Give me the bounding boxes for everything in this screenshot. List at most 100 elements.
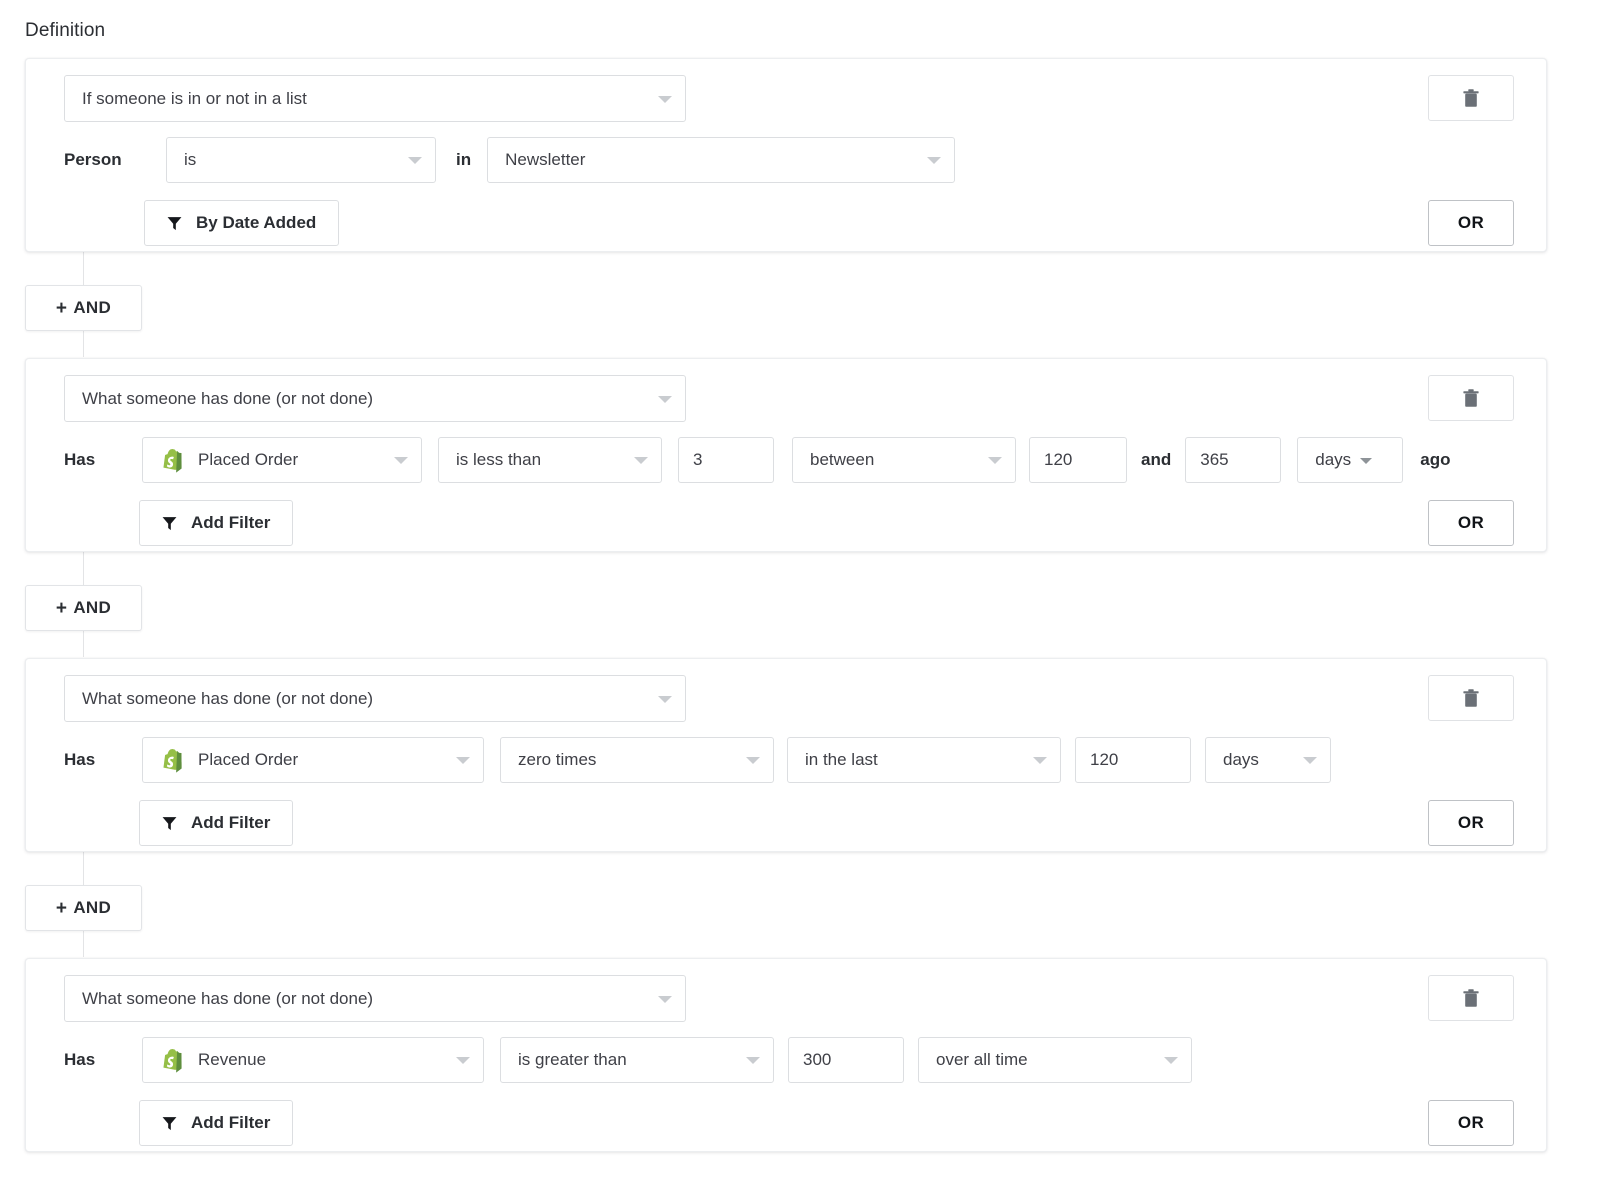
unit-label-2: days xyxy=(1315,450,1351,470)
chevron-down-icon xyxy=(988,457,1002,464)
funnel-icon xyxy=(162,816,177,831)
metric-select-3[interactable]: Placed Order xyxy=(142,737,484,783)
list-select[interactable]: Newsletter xyxy=(487,137,955,183)
add-filter-label-2: Add Filter xyxy=(191,513,270,533)
metric-select-4[interactable]: Revenue xyxy=(142,1037,484,1083)
person-operator-label: is xyxy=(184,150,196,170)
trash-icon xyxy=(1463,389,1479,408)
value-from-input-3[interactable]: 120 xyxy=(1075,737,1191,783)
and-label-1: AND xyxy=(73,298,111,318)
delete-condition-button-4[interactable] xyxy=(1428,975,1514,1021)
or-label-3: OR xyxy=(1458,813,1484,833)
delete-condition-button-3[interactable] xyxy=(1428,675,1514,721)
condition-type-select-1[interactable]: If someone is in or not in a list xyxy=(64,75,686,122)
condition-type-select-2[interactable]: What someone has done (or not done) xyxy=(64,375,686,422)
timeframe-label-2: between xyxy=(810,450,874,470)
trash-icon xyxy=(1463,89,1479,108)
or-button-3[interactable]: OR xyxy=(1428,800,1514,846)
shopify-icon xyxy=(160,1046,186,1074)
funnel-icon xyxy=(162,516,177,531)
definition-builder: Definition If someone is in or not in a … xyxy=(0,0,1600,1194)
timeframe-select-2[interactable]: between xyxy=(792,437,1016,483)
or-label-2: OR xyxy=(1458,513,1484,533)
person-operator-select[interactable]: is xyxy=(166,137,436,183)
metric-label-3: Placed Order xyxy=(198,750,298,770)
metric-label-2: Placed Order xyxy=(198,450,298,470)
chevron-down-icon xyxy=(658,696,672,703)
metric-select-2[interactable]: Placed Order xyxy=(142,437,422,483)
or-button-1[interactable]: OR xyxy=(1428,200,1514,246)
condition-type-label-1: If someone is in or not in a list xyxy=(82,89,307,109)
in-label: in xyxy=(456,150,471,170)
trash-icon xyxy=(1463,689,1479,708)
chevron-down-icon xyxy=(456,757,470,764)
add-filter-button-3[interactable]: Add Filter xyxy=(139,800,293,846)
value-from-input-4[interactable]: 300 xyxy=(788,1037,904,1083)
ago-label-2: ago xyxy=(1420,450,1450,470)
value-to-2: 365 xyxy=(1200,450,1228,470)
condition-type-label-3: What someone has done (or not done) xyxy=(82,689,373,709)
comparator-select-3[interactable]: zero times xyxy=(500,737,774,783)
value-from-4: 300 xyxy=(803,1050,831,1070)
value-to-input-2[interactable]: 365 xyxy=(1185,437,1281,483)
condition-type-label-4: What someone has done (or not done) xyxy=(82,989,373,1009)
add-filter-label-4: Add Filter xyxy=(191,1113,270,1133)
chevron-down-icon xyxy=(1360,458,1372,464)
value-from-3: 120 xyxy=(1090,750,1118,770)
chevron-down-icon xyxy=(634,457,648,464)
comparator-label-4: is greater than xyxy=(518,1050,627,1070)
condition-card-1: If someone is in or not in a list Person… xyxy=(25,58,1547,252)
count-value-2: 3 xyxy=(693,450,702,470)
unit-select-2[interactable]: days xyxy=(1297,437,1403,483)
page-title: Definition xyxy=(25,20,105,42)
timeframe-select-4[interactable]: over all time xyxy=(918,1037,1192,1083)
plus-icon: + xyxy=(56,599,67,618)
chevron-down-icon xyxy=(927,157,941,164)
chevron-down-icon xyxy=(658,996,672,1003)
timeframe-label-4: over all time xyxy=(936,1050,1028,1070)
add-and-button-1[interactable]: + AND xyxy=(25,285,142,331)
person-label: Person xyxy=(64,150,166,170)
unit-label-3: days xyxy=(1223,750,1259,770)
condition-row-2: Has Placed Order is less than 3 between xyxy=(64,437,1450,483)
or-label-4: OR xyxy=(1458,1113,1484,1133)
or-button-2[interactable]: OR xyxy=(1428,500,1514,546)
add-and-button-2[interactable]: + AND xyxy=(25,585,142,631)
metric-label-4: Revenue xyxy=(198,1050,266,1070)
condition-row-3: Has Placed Order zero times in the last … xyxy=(64,737,1331,783)
condition-card-4: What someone has done (or not done) Has … xyxy=(25,958,1547,1152)
comparator-select-2[interactable]: is less than xyxy=(438,437,662,483)
has-label-4: Has xyxy=(64,1050,142,1070)
shopify-icon xyxy=(160,446,186,474)
delete-condition-button-2[interactable] xyxy=(1428,375,1514,421)
timeframe-select-3[interactable]: in the last xyxy=(787,737,1061,783)
chevron-down-icon xyxy=(658,396,672,403)
condition-type-label-2: What someone has done (or not done) xyxy=(82,389,373,409)
condition-type-select-3[interactable]: What someone has done (or not done) xyxy=(64,675,686,722)
value-from-input-2[interactable]: 120 xyxy=(1029,437,1127,483)
or-button-4[interactable]: OR xyxy=(1428,1100,1514,1146)
condition-card-3: What someone has done (or not done) Has … xyxy=(25,658,1547,852)
by-date-added-button[interactable]: By Date Added xyxy=(144,200,339,246)
condition-type-select-4[interactable]: What someone has done (or not done) xyxy=(64,975,686,1022)
chevron-down-icon xyxy=(408,157,422,164)
condition-row-4: Has Revenue is greater than 300 over all… xyxy=(64,1037,1192,1083)
add-and-button-3[interactable]: + AND xyxy=(25,885,142,931)
comparator-label-3: zero times xyxy=(518,750,596,770)
timeframe-label-3: in the last xyxy=(805,750,878,770)
add-filter-button-2[interactable]: Add Filter xyxy=(139,500,293,546)
chevron-down-icon xyxy=(1303,757,1317,764)
chevron-down-icon xyxy=(1033,757,1047,764)
chevron-down-icon xyxy=(658,96,672,103)
chevron-down-icon xyxy=(1164,1057,1178,1064)
count-input-2[interactable]: 3 xyxy=(678,437,774,483)
comparator-select-4[interactable]: is greater than xyxy=(500,1037,774,1083)
funnel-icon xyxy=(162,1116,177,1131)
unit-select-3[interactable]: days xyxy=(1205,737,1331,783)
and-conjunction-2: and xyxy=(1141,450,1171,470)
add-filter-label-3: Add Filter xyxy=(191,813,270,833)
has-label-3: Has xyxy=(64,750,142,770)
add-filter-button-4[interactable]: Add Filter xyxy=(139,1100,293,1146)
and-label-2: AND xyxy=(73,598,111,618)
delete-condition-button-1[interactable] xyxy=(1428,75,1514,121)
